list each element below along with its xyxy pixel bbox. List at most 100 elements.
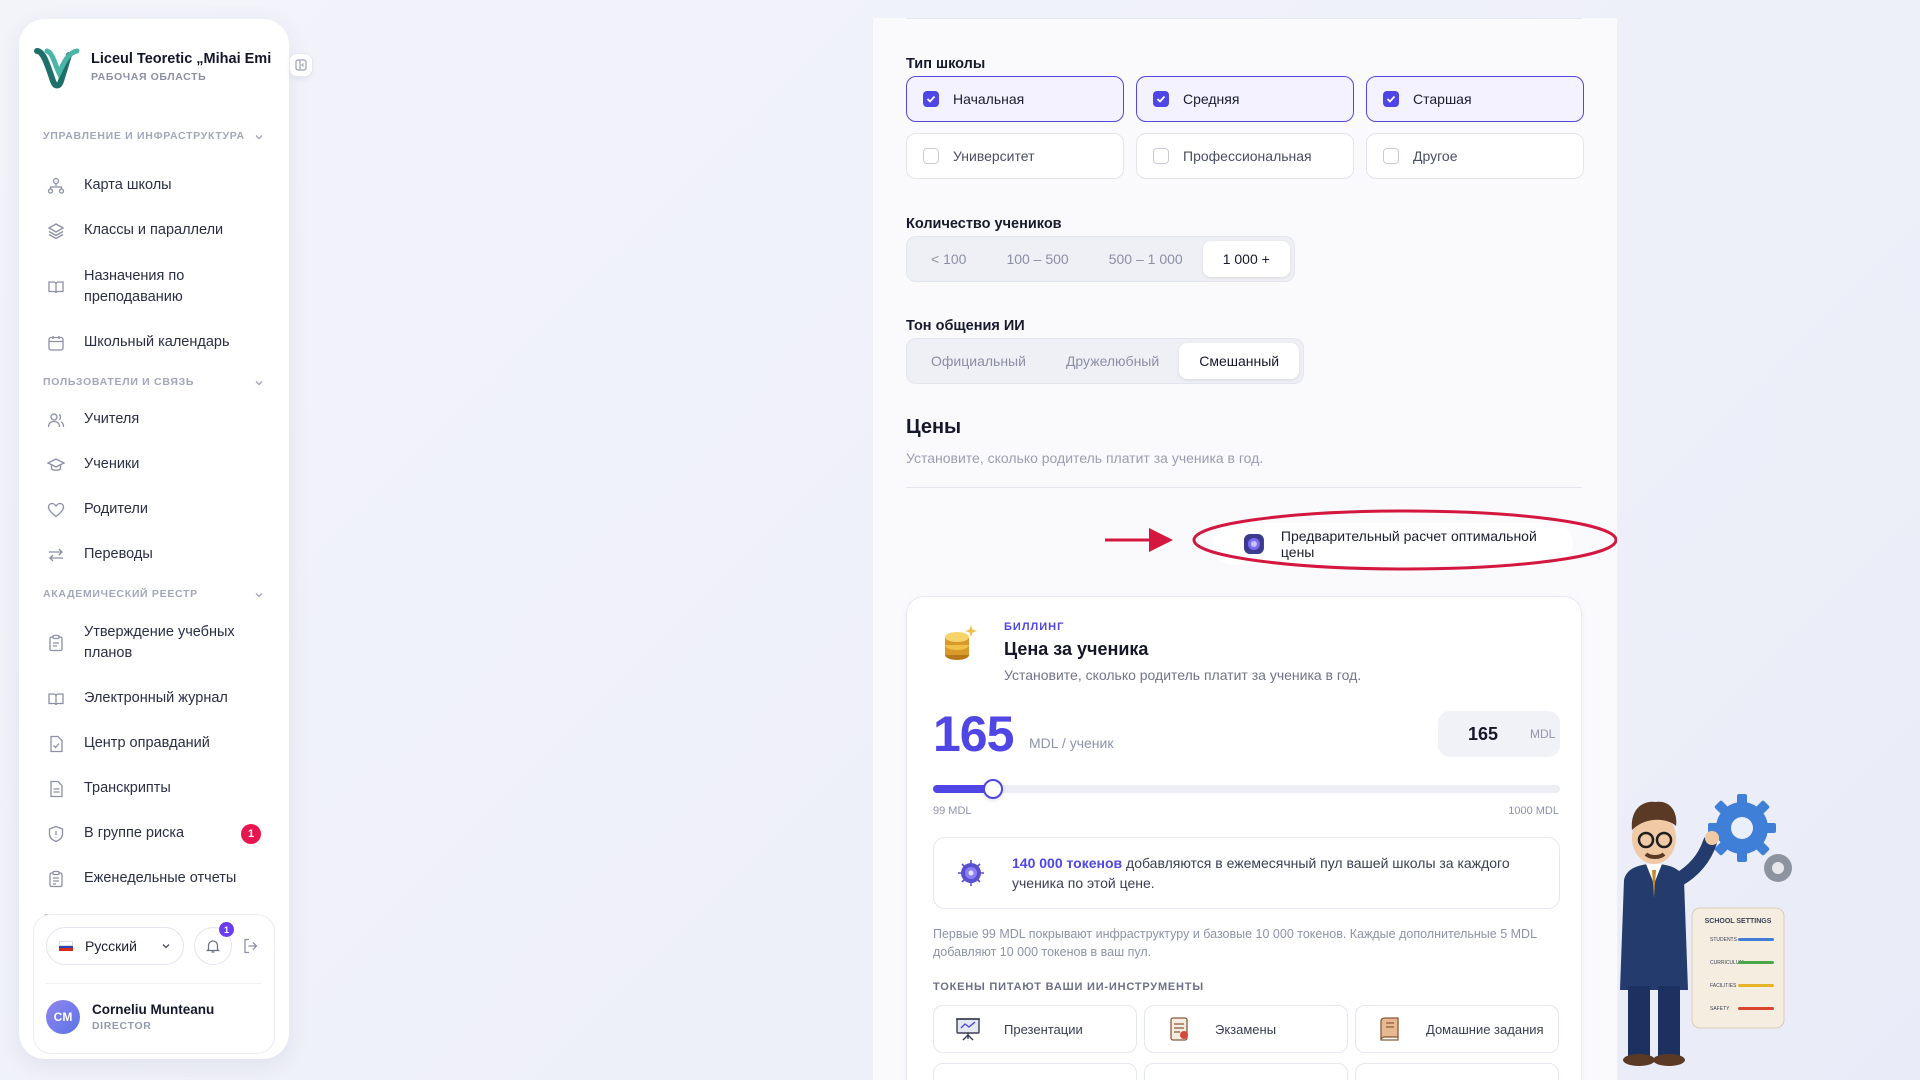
arrows-swap-icon [49, 548, 63, 561]
tool-label: Презентации [1004, 1021, 1083, 1037]
tool-presentations[interactable]: Презентации [933, 1005, 1137, 1053]
school-type-option[interactable]: Средняя [1136, 76, 1354, 122]
price-slider[interactable] [933, 779, 1560, 799]
tool-label: Домашние задания [1426, 1021, 1544, 1037]
sidebar-item-label: Классы и параллели [84, 222, 224, 238]
sidebar-item-at-risk[interactable]: В группе риска 1 [47, 823, 267, 844]
sidebar-item-label: Переводы [84, 546, 153, 562]
annotation-arrow-head [1149, 528, 1173, 552]
school-type-option[interactable]: Старшая [1366, 76, 1584, 122]
tokens-text: 140 000 токенов добавляются в ежемесячны… [1012, 853, 1537, 893]
price-display: 165 [933, 706, 1014, 762]
user-role: DIRECTOR [92, 1019, 152, 1032]
sidebar-item-label: В группе риска [84, 825, 185, 841]
sidebar-item-e-journal[interactable]: Электронный журнал [47, 688, 267, 709]
checkbox-unchecked-icon[interactable] [1153, 148, 1169, 164]
flag-icon [59, 941, 73, 952]
collapse-sidebar-button[interactable] [289, 53, 313, 77]
settings-card-title: SCHOOL SETTINGS [1705, 918, 1772, 925]
ai-tone-option[interactable]: Смешанный [1179, 343, 1300, 379]
settings-row-safety: SAFETY [1710, 1006, 1730, 1012]
chevron-down-icon[interactable] [253, 589, 265, 601]
school-type-option[interactable]: Университет [906, 133, 1124, 179]
sidebar-item-transcripts[interactable]: Транскрипты [47, 778, 267, 799]
heart-icon [47, 502, 65, 517]
school-type-label-text: Средняя [1183, 91, 1240, 107]
section-title-academic[interactable]: АКАДЕМИЧЕСКИЙ РЕЕСТР [43, 587, 253, 602]
billing-card: БИЛЛИНГ Цена за ученика Установите, скол… [906, 596, 1582, 1080]
optimal-price-calc-button[interactable]: Предварительный расчет оптимальной цены [1213, 523, 1573, 565]
school-type-option[interactable]: Профессиональная [1136, 133, 1354, 179]
clipboard-list-icon [49, 870, 63, 887]
logout-icon[interactable] [242, 937, 260, 955]
sidebar-item-label: Ученики [84, 456, 140, 472]
students-count-option[interactable]: < 100 [911, 241, 986, 277]
avatar: CM [46, 999, 80, 1034]
notifications-button[interactable]: 1 [194, 922, 234, 965]
students-count-option[interactable]: 100 – 500 [986, 241, 1088, 277]
sidebar-item-teachers[interactable]: Учителя [47, 409, 267, 430]
clipboard-icon [49, 634, 63, 652]
presentation-icon [956, 1018, 980, 1041]
sidebar-item-classes[interactable]: Классы и параллели [47, 220, 267, 241]
school-map-icon [47, 177, 65, 194]
checkbox-unchecked-icon[interactable] [923, 148, 939, 164]
section-title-users[interactable]: ПОЛЬЗОВАТЕЛИ И СВЯЗЬ [43, 375, 253, 390]
section-title-management[interactable]: УПРАВЛЕНИЕ И ИНФРАСТРУКТУРА [43, 129, 253, 144]
school-type-option[interactable]: Другое [1366, 133, 1584, 179]
sidebar-item-weekly-reports[interactable]: Еженедельные отчеты [47, 868, 267, 889]
ai-tone-segmented: Официальный Дружелюбный Смешанный [906, 338, 1305, 384]
prices-title: Цены [906, 416, 962, 438]
exam-icon [1170, 1017, 1188, 1041]
layers-icon [47, 222, 65, 239]
slider-track[interactable] [933, 785, 1560, 793]
notifications-badge: 1 [219, 922, 234, 937]
slider-thumb[interactable] [983, 779, 1003, 799]
tool-more-2[interactable] [1144, 1063, 1348, 1080]
workspace-header[interactable]: Liceul Teoretic „Mihai Emi... РАБОЧАЯ ОБ… [33, 37, 275, 97]
at-risk-count-badge: 1 [241, 823, 261, 844]
user-profile[interactable]: CM Corneliu Munteanu DIRECTOR [46, 983, 262, 1039]
ai-tone-option[interactable]: Официальный [911, 343, 1046, 379]
price-input-currency: MDL [1530, 727, 1556, 741]
tool-more-3[interactable] [1355, 1063, 1559, 1080]
sidebar-item-excuses-center[interactable]: Центр оправданий [47, 733, 267, 754]
chevron-down-icon[interactable] [253, 377, 265, 389]
slider-max-label: 1000 MDL [1508, 805, 1559, 817]
sidebar-item-students[interactable]: Ученики [47, 454, 267, 475]
sidebar-item-calendar[interactable]: Школьный календарь [47, 332, 267, 353]
divider [906, 487, 1582, 488]
shield-icon [48, 825, 64, 842]
language-label: Русский [85, 938, 137, 954]
price-input[interactable]: 165 MDL [1438, 711, 1560, 757]
students-count-option[interactable]: 1 000 + [1202, 241, 1290, 277]
language-selector[interactable]: Русский [46, 927, 184, 965]
calendar-icon [48, 335, 64, 351]
sidebar-item-teaching-assignments[interactable]: Назначения по преподаванию [47, 266, 267, 308]
billing-kicker: БИЛЛИНГ [1004, 621, 1065, 633]
collapse-icon [295, 59, 307, 71]
coins-icon [945, 625, 977, 660]
sidebar-item-curriculum-approval[interactable]: Утверждение учебных планов [47, 622, 267, 664]
school-type-option[interactable]: Начальная [906, 76, 1124, 122]
prices-subtitle: Установите, сколько родитель платит за у… [906, 450, 1264, 466]
price-input-value: 165 [1468, 723, 1499, 744]
ai-orb-icon [1243, 534, 1264, 554]
ai-tone-option[interactable]: Дружелюбный [1046, 343, 1179, 379]
tool-exams[interactable]: Экзамены [1144, 1005, 1348, 1053]
sidebar-item-parents[interactable]: Родители [47, 499, 267, 520]
checkbox-unchecked-icon[interactable] [1383, 148, 1399, 164]
sidebar-item-transfers[interactable]: Переводы [47, 544, 267, 565]
tool-homework[interactable]: Домашние задания [1355, 1005, 1559, 1053]
students-count-option[interactable]: 500 – 1 000 [1089, 241, 1203, 277]
checkbox-checked-icon[interactable] [923, 91, 939, 107]
sidebar-item-label: Назначения по преподаванию [84, 268, 185, 305]
checkbox-checked-icon[interactable] [1153, 91, 1169, 107]
tool-more-1[interactable] [933, 1063, 1137, 1080]
sidebar-item-school-map[interactable]: Карта школы [47, 175, 267, 196]
sidebar-item-label: Учителя [84, 411, 140, 427]
school-type-label-text: Начальная [953, 91, 1025, 107]
checkbox-checked-icon[interactable] [1383, 91, 1399, 107]
school-settings-card: SCHOOL SETTINGS STUDENTS CURRICULUM FACI… [1691, 907, 1785, 1029]
chevron-down-icon[interactable] [253, 131, 265, 143]
